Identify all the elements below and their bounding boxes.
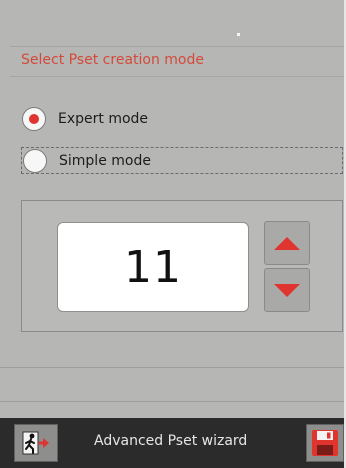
decrement-button[interactable] (264, 268, 310, 312)
divider (0, 367, 344, 368)
triangle-up-icon (274, 236, 300, 250)
increment-button[interactable] (264, 221, 310, 265)
radio-selected-dot (29, 113, 39, 124)
triangle-down-icon (274, 283, 300, 297)
status-dot (237, 33, 240, 36)
expert-mode-radio[interactable] (22, 106, 46, 131)
save-button[interactable] (306, 424, 344, 462)
expert-mode-option[interactable]: Expert mode (21, 105, 343, 132)
simple-mode-radio[interactable] (23, 148, 47, 173)
divider (10, 46, 344, 47)
divider (0, 401, 344, 402)
exit-button[interactable] (14, 424, 58, 462)
simple-mode-option[interactable]: Simple mode (21, 147, 343, 174)
value-display: 11 (57, 222, 249, 312)
wizard-title: Advanced Pset wizard (94, 433, 248, 449)
value-panel: 11 (21, 200, 343, 332)
divider (10, 76, 344, 77)
simple-mode-label: Simple mode (59, 152, 151, 169)
bottom-bar: Advanced Pset wizard (0, 418, 344, 468)
wizard-screen: Select Pset creation mode Expert mode Si… (0, 0, 346, 468)
floppy-disk-icon (312, 430, 338, 456)
page-title: Select Pset creation mode (21, 52, 204, 68)
value-text: 11 (124, 241, 182, 293)
expert-mode-label: Expert mode (58, 110, 149, 127)
exit-door-icon (22, 431, 49, 455)
